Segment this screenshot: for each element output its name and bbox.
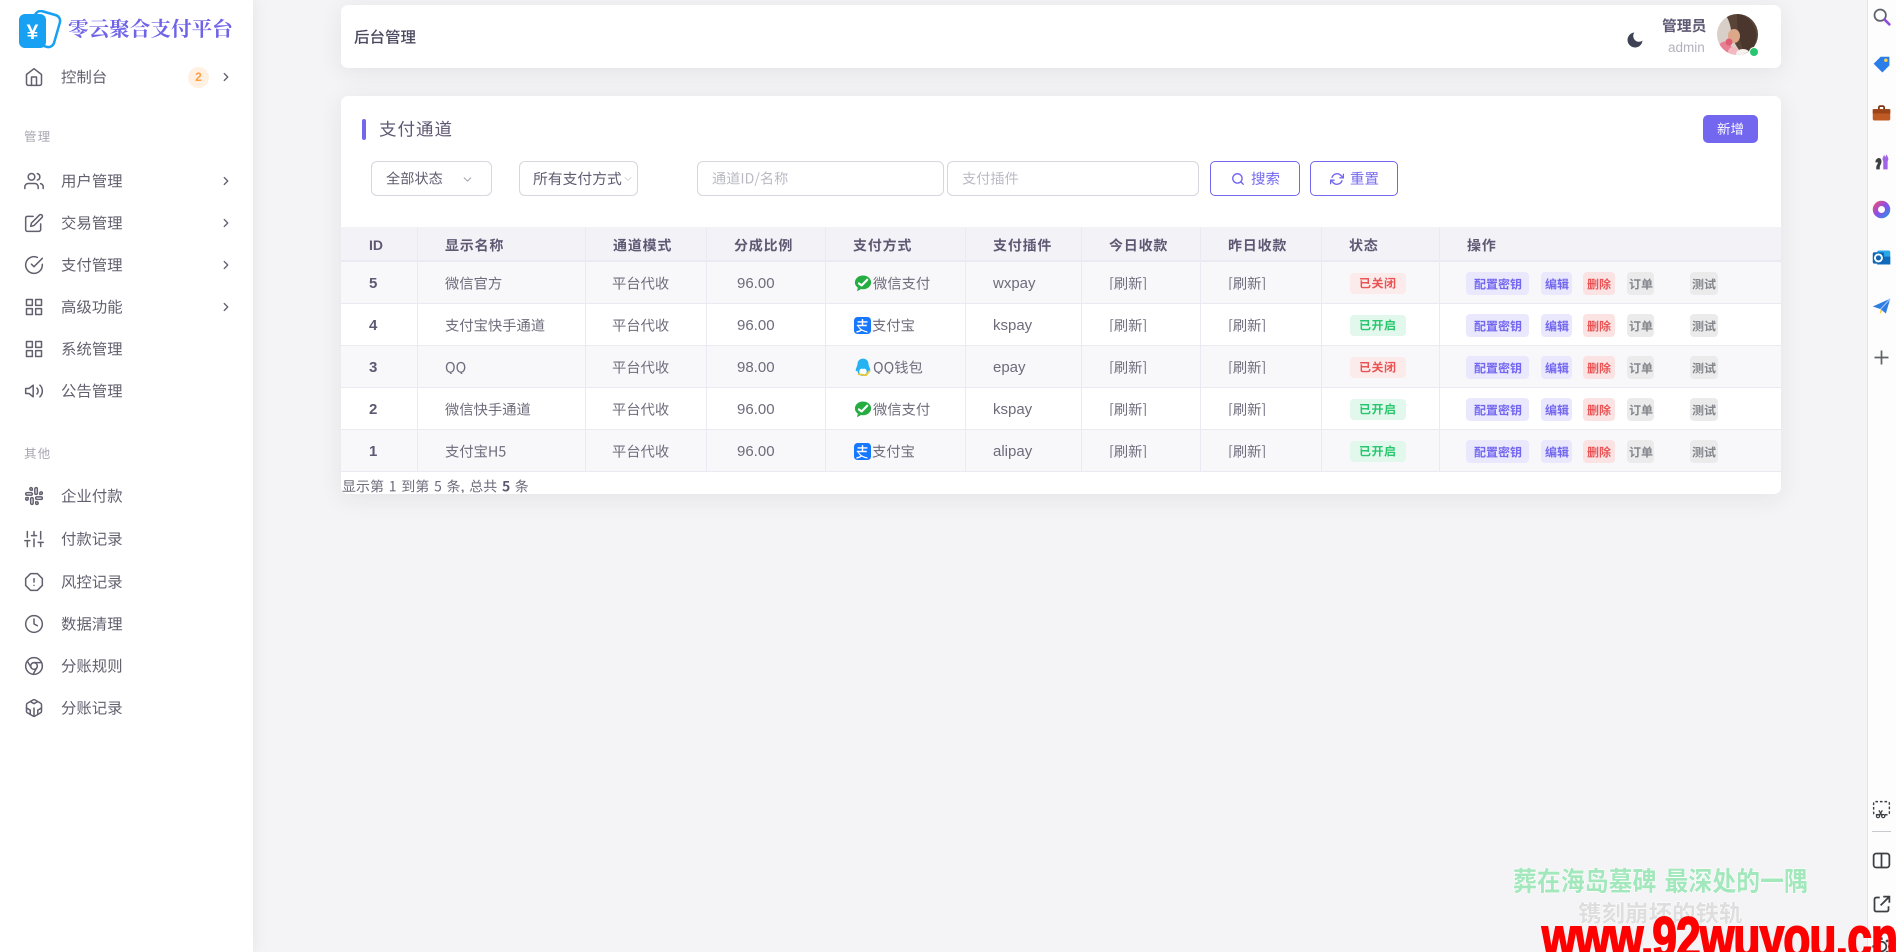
svg-text:¥: ¥ (27, 21, 39, 44)
